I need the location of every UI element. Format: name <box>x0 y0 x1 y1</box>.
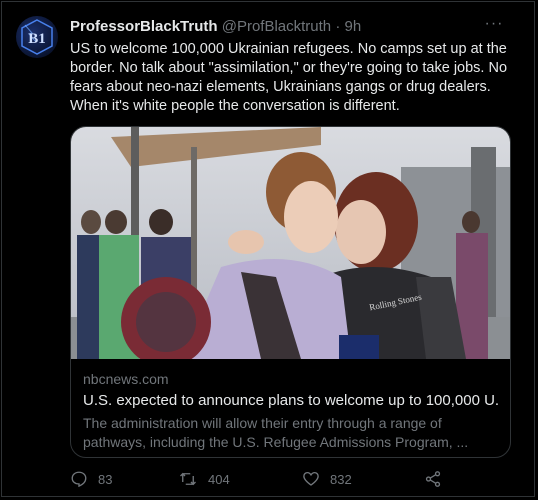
retweet-button[interactable]: 404 <box>178 468 230 490</box>
link-preview-card[interactable]: Rolling Stones nbcnews.com U.S. expected… <box>70 126 511 458</box>
avatar[interactable]: B1 <box>16 16 58 58</box>
like-button[interactable]: 832 <box>302 468 352 490</box>
share-button[interactable] <box>424 468 452 490</box>
reply-icon <box>71 471 87 488</box>
tweet-card[interactable]: B1 ProfessorBlackTruth @ProfBlacktruth ·… <box>1 1 535 497</box>
timestamp[interactable]: 9h <box>345 18 362 35</box>
heart-icon <box>303 471 319 486</box>
link-description: The administration will allow their entr… <box>83 415 469 450</box>
handle[interactable]: @ProfBlacktruth <box>222 18 331 35</box>
link-title[interactable]: U.S. expected to announce plans to welco… <box>83 392 498 409</box>
svg-text:B1: B1 <box>28 31 46 47</box>
like-count: 832 <box>330 471 352 487</box>
more-options-button[interactable]: ··· <box>482 15 506 35</box>
tweet-text: US to welcome 100,000 Ukrainian refugees… <box>70 41 508 114</box>
reply-button[interactable]: 83 <box>70 468 112 490</box>
tweet-header: ProfessorBlackTruth @ProfBlacktruth · 9h <box>70 18 494 38</box>
retweet-count: 404 <box>208 471 230 487</box>
link-domain: nbcnews.com <box>83 371 169 387</box>
separator-dot: · <box>335 18 341 35</box>
display-name[interactable]: ProfessorBlackTruth <box>70 18 218 35</box>
tweet-actions: 83 404 832 <box>70 468 490 490</box>
article-photo: Rolling Stones <box>71 127 510 359</box>
reply-count: 83 <box>98 471 113 487</box>
share-icon <box>425 471 441 487</box>
retweet-icon <box>180 472 196 486</box>
